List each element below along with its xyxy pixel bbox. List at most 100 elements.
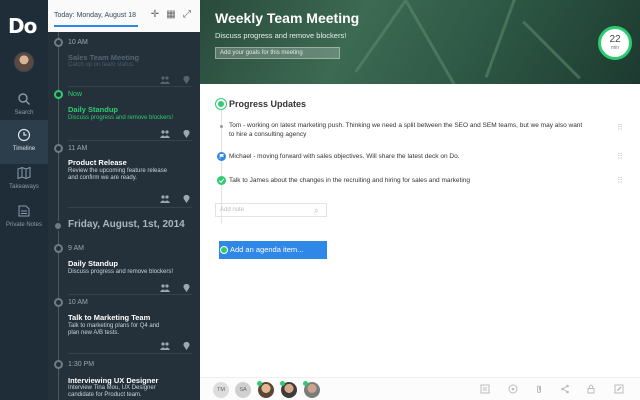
timeline-event-desc: Discuss progress and remove blockers! bbox=[68, 115, 174, 121]
share-icon[interactable] bbox=[560, 384, 570, 394]
edit-icon[interactable] bbox=[614, 384, 624, 394]
goals-input[interactable]: Add your goals for this meeting bbox=[215, 47, 340, 59]
lock-icon bbox=[18, 205, 30, 217]
location-pin-icon[interactable] bbox=[183, 342, 190, 350]
agenda-item-dot bbox=[220, 246, 228, 254]
people-icon[interactable] bbox=[160, 130, 170, 138]
search-icon bbox=[18, 93, 30, 105]
attendee-initials: SA bbox=[239, 387, 247, 393]
timeline-tools: ✛ ▦ ⤢ bbox=[150, 10, 192, 20]
clock-icon bbox=[17, 128, 31, 142]
attendee-avatar[interactable]: TM bbox=[213, 382, 229, 398]
day-divider-label: Friday, August, 1st, 2014 bbox=[68, 219, 185, 230]
timeline-time: Now bbox=[68, 91, 83, 98]
drag-handle-icon[interactable]: ⠿ bbox=[616, 152, 624, 161]
location-pin-icon[interactable] bbox=[183, 76, 190, 84]
agenda-section-title[interactable]: Progress Updates bbox=[229, 99, 306, 109]
meeting-timer[interactable]: 22 min bbox=[598, 26, 632, 60]
timeline-date-underline bbox=[54, 25, 138, 27]
add-note-input[interactable]: Add note ⌕ bbox=[215, 203, 327, 217]
drag-handle-icon[interactable]: ⠿ bbox=[616, 123, 624, 132]
app-logo: Do bbox=[8, 14, 37, 38]
timeline-event-title[interactable]: Talk to Marketing Team bbox=[68, 313, 150, 322]
attendee-avatar[interactable]: SA bbox=[235, 382, 251, 398]
timeline-event-desc: Review the upcoming feature release and … bbox=[68, 168, 168, 181]
timeline-dot bbox=[54, 244, 63, 253]
timeline-event-desc: Catch up on team status. bbox=[68, 62, 135, 68]
agenda-note[interactable]: Michael - moving forward with sales obje… bbox=[229, 152, 584, 161]
timeline-event-title[interactable]: Daily Standup bbox=[68, 105, 118, 114]
timeline-separator bbox=[68, 294, 192, 295]
timeline-separator bbox=[68, 353, 192, 354]
rail-label-timeline: Timeline bbox=[12, 146, 36, 152]
background-foliage bbox=[522, 20, 581, 80]
location-pin-icon[interactable] bbox=[183, 195, 190, 203]
location-pin-icon[interactable] bbox=[183, 130, 190, 138]
rail-label-takeaways: Takeaways bbox=[9, 184, 39, 190]
people-icon[interactable] bbox=[160, 342, 170, 350]
online-indicator bbox=[257, 381, 262, 386]
timeline-time: 1:30 PM bbox=[68, 361, 95, 368]
rail-label-private-notes: Private Notes bbox=[5, 222, 42, 228]
timeline-event-desc: Talk to marketing plans for Q4 and plan … bbox=[68, 323, 160, 336]
lock-icon[interactable] bbox=[586, 384, 596, 394]
app-rail: Do Search Timeline Takeaways Private Not… bbox=[0, 0, 48, 400]
timeline-time: 10 AM bbox=[68, 39, 88, 46]
online-indicator bbox=[280, 381, 285, 386]
day-divider-dot bbox=[53, 221, 63, 231]
add-agenda-item-button[interactable]: Add an agenda item... bbox=[219, 241, 327, 259]
attendee-avatar[interactable] bbox=[280, 381, 297, 398]
timer-unit: min bbox=[610, 45, 620, 51]
meeting-subtitle[interactable]: Discuss progress and remove blockers! bbox=[215, 31, 346, 40]
timeline-line bbox=[58, 32, 59, 400]
timeline-event-meta bbox=[160, 284, 190, 292]
agenda-note[interactable]: Talk to James about the changes in the r… bbox=[229, 176, 584, 185]
timeline-time: 9 AM bbox=[68, 245, 84, 252]
timer-value: 22 bbox=[609, 34, 621, 45]
calendar-icon[interactable]: ▦ bbox=[166, 10, 176, 20]
people-icon[interactable] bbox=[160, 76, 170, 84]
add-icon[interactable]: ✛ bbox=[150, 10, 160, 20]
timeline-dot bbox=[54, 144, 63, 153]
timeline-event-title[interactable]: Product Release bbox=[68, 158, 127, 167]
meeting-title[interactable]: Weekly Team Meeting bbox=[215, 10, 359, 26]
notes-icon[interactable] bbox=[480, 384, 490, 394]
timeline-header: Today: Monday, August 18 ✛ ▦ ⤢ bbox=[48, 0, 200, 32]
rail-label-search: Search bbox=[14, 110, 34, 116]
background-foliage bbox=[484, 0, 519, 78]
people-icon[interactable] bbox=[160, 195, 170, 203]
add-agenda-item-label: Add an agenda item... bbox=[230, 245, 304, 254]
timeline-time: 10 AM bbox=[68, 299, 88, 306]
timeline-separator bbox=[68, 140, 192, 141]
timeline-dot bbox=[54, 38, 63, 47]
attendee-avatar[interactable] bbox=[257, 381, 274, 398]
expand-icon[interactable]: ⤢ bbox=[182, 10, 192, 20]
flag-icon[interactable] bbox=[217, 152, 226, 161]
agenda-status-dot[interactable] bbox=[216, 99, 226, 109]
add-note-placeholder: Add note bbox=[220, 207, 245, 213]
timeline-time: 11 AM bbox=[68, 145, 88, 152]
timeline-event-meta bbox=[160, 195, 190, 203]
attachment-icon[interactable]: ⌕ bbox=[314, 206, 322, 215]
attachment-icon[interactable] bbox=[534, 384, 544, 394]
user-avatar[interactable] bbox=[14, 52, 34, 72]
agenda-note[interactable]: Tom - working on latest marketing push. … bbox=[229, 121, 584, 139]
timeline-event-title[interactable]: Daily Standup bbox=[68, 259, 118, 268]
meeting-footer: TM SA bbox=[200, 377, 640, 400]
bullet-icon[interactable] bbox=[217, 122, 226, 131]
meeting-panel: Weekly Team Meeting Discuss progress and… bbox=[200, 0, 640, 400]
timer-icon[interactable] bbox=[508, 384, 518, 394]
rail-item-private-notes[interactable]: Private Notes bbox=[0, 196, 48, 240]
location-pin-icon[interactable] bbox=[183, 284, 190, 292]
check-icon[interactable] bbox=[217, 176, 226, 185]
timeline-date[interactable]: Today: Monday, August 18 bbox=[54, 12, 136, 19]
attendee-initials: TM bbox=[217, 387, 225, 393]
timeline-event-desc: Discuss progress and remove blockers! bbox=[68, 269, 174, 275]
timeline-separator bbox=[68, 86, 192, 87]
timeline-event-title[interactable]: Interviewing UX Designer bbox=[68, 376, 158, 385]
timeline-event-title[interactable]: Sales Team Meeting bbox=[68, 53, 139, 62]
people-icon[interactable] bbox=[160, 284, 170, 292]
drag-handle-icon[interactable]: ⠿ bbox=[616, 176, 624, 185]
attendee-avatar[interactable] bbox=[303, 381, 320, 398]
meeting-header: Weekly Team Meeting Discuss progress and… bbox=[200, 0, 640, 84]
